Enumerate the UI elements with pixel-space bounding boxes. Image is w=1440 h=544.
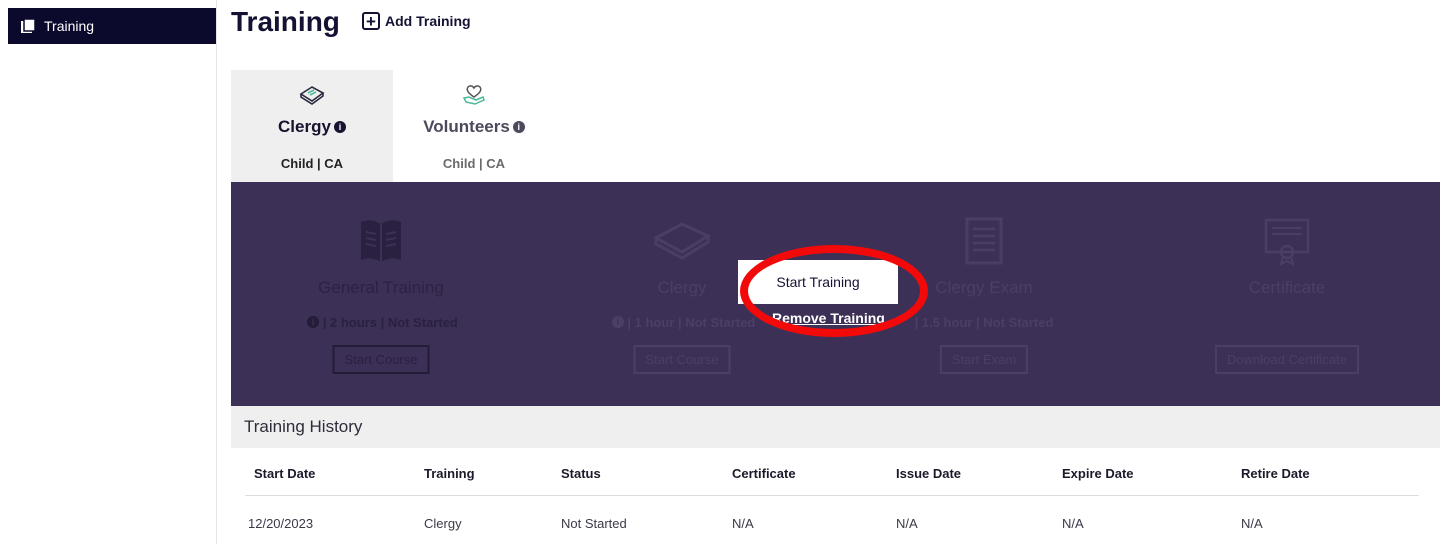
column-header: Status [561, 466, 601, 481]
certificate-icon [1135, 216, 1439, 266]
remove-training-link[interactable]: Remove Training [772, 310, 885, 326]
card-meta: | 1.5 hour | Not Started [914, 315, 1054, 330]
plus-square-icon: + [362, 12, 380, 30]
start-course-button[interactable]: Start Course [633, 345, 731, 374]
tab-volunteers[interactable]: Volunteers i Child | CA [393, 70, 555, 182]
info-icon[interactable]: i [611, 316, 624, 328]
open-book-icon [231, 216, 531, 266]
sidebar: Training [0, 0, 217, 544]
table-cell: N/A [732, 516, 754, 531]
start-training-button[interactable]: Start Training [738, 260, 898, 304]
training-history-header: Training History [231, 406, 1440, 448]
tab-clergy-sub: Child | CA [280, 156, 344, 171]
start-course-button[interactable]: Start Course [332, 345, 430, 374]
card-meta: | 1 hour | Not Started [627, 315, 756, 330]
book-icon [531, 216, 833, 260]
info-icon[interactable]: i [307, 316, 320, 328]
download-certificate-button[interactable]: Download Certificate [1215, 345, 1359, 374]
card-general-training: General Training i | 2 hours | Not Start… [231, 182, 531, 406]
column-header: Start Date [254, 466, 316, 481]
column-header: Issue Date [896, 466, 962, 481]
table-divider [245, 495, 1419, 496]
column-header: Retire Date [1241, 466, 1310, 481]
exam-document-icon [833, 216, 1135, 266]
info-icon[interactable]: i [333, 121, 346, 133]
section-title: Training History [244, 417, 363, 436]
sidebar-item-training[interactable]: Training [8, 8, 216, 44]
page-title: Training [231, 6, 340, 37]
book-icon [231, 82, 393, 106]
table-cell: Clergy [424, 516, 462, 531]
tab-clergy-label: Clergy [278, 117, 331, 136]
table-cell: N/A [896, 516, 918, 531]
table-cell: N/A [1241, 516, 1263, 531]
card-title: Certificate [1248, 278, 1326, 297]
tab-volunteers-label: Volunteers [423, 117, 510, 136]
table-cell: Not Started [561, 516, 627, 531]
tab-volunteers-sub: Child | CA [442, 156, 506, 171]
add-training-button[interactable]: + Add Training [362, 12, 471, 30]
column-header: Expire Date [1062, 466, 1134, 481]
column-header: Certificate [732, 466, 796, 481]
column-header: Training [424, 466, 475, 481]
card-meta: | 2 hours | Not Started [322, 315, 458, 330]
table-cell: 12/20/2023 [248, 516, 314, 531]
start-exam-button[interactable]: Start Exam [939, 345, 1029, 374]
card-title: General Training [318, 278, 444, 297]
heart-hand-icon [393, 82, 555, 106]
card-certificate: Certificate Download Certificate [1135, 182, 1439, 406]
add-training-label: Add Training [385, 13, 471, 29]
table-cell: N/A [1062, 516, 1084, 531]
training-book-icon [21, 18, 36, 33]
tab-clergy[interactable]: Clergy i Child | CA [231, 70, 393, 182]
info-icon[interactable]: i [512, 121, 525, 133]
sidebar-item-label: Training [44, 18, 95, 34]
